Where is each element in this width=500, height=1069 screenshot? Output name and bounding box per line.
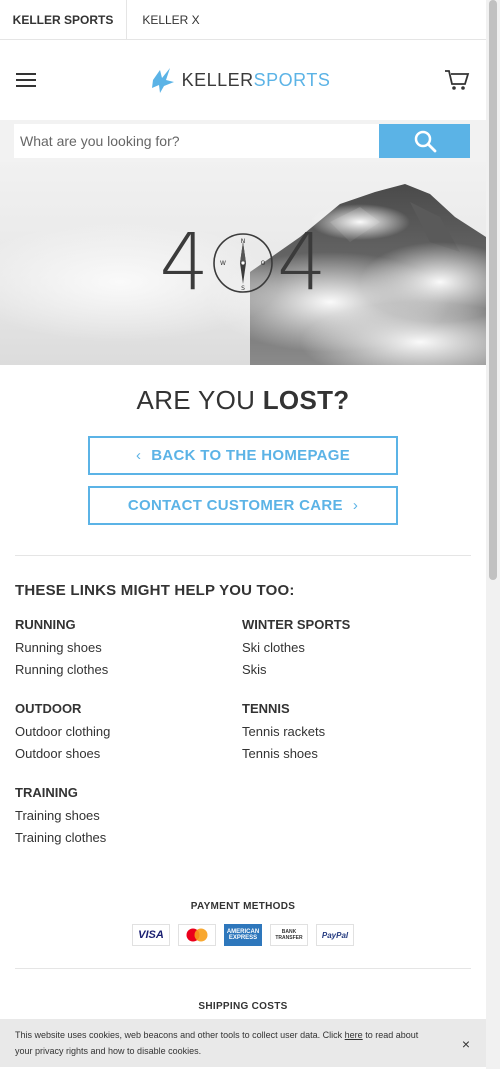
link-category: WINTER SPORTS (242, 617, 351, 632)
hare-logo-icon (151, 68, 174, 93)
link-group-outdoor: OUTDOOR Outdoor clothing Outdoor shoes (15, 701, 242, 765)
link-outdoor-clothing[interactable]: Outdoor clothing (15, 721, 242, 743)
hero-404: 4 N S W O 4 (0, 162, 486, 365)
paypal-icon: PayPal (316, 924, 354, 946)
chevron-right-icon: › (352, 497, 359, 514)
scrollbar[interactable] (486, 0, 500, 1069)
link-group-tennis: TENNIS Tennis rackets Tennis shoes (242, 701, 469, 765)
link-tennis-rackets[interactable]: Tennis rackets (242, 721, 469, 743)
lost-heading: ARE YOU LOST? (0, 385, 486, 416)
compass-label-o: O (261, 260, 266, 267)
link-training-clothes[interactable]: Training clothes (15, 827, 242, 849)
compass-label-w: W (220, 260, 226, 267)
divider (15, 555, 471, 556)
error-digit-left: 4 (159, 218, 209, 308)
cookie-here-link[interactable]: here (345, 1030, 363, 1040)
link-group-training: TRAINING Training shoes Training clothes (15, 785, 242, 849)
link-tennis-shoes[interactable]: Tennis shoes (242, 743, 469, 765)
link-group-running: RUNNING Running shoes Running clothes (15, 617, 242, 681)
cookie-text-before: This website uses cookies, web beacons a… (15, 1030, 345, 1040)
link-category: OUTDOOR (15, 701, 82, 716)
link-outdoor-shoes[interactable]: Outdoor shoes (15, 743, 242, 765)
logo-text-sports: SPORTS (253, 69, 331, 90)
tab-keller-x[interactable]: KELLER X (127, 0, 215, 39)
link-group-winter-sports: WINTER SPORTS Ski clothes Skis (242, 617, 469, 681)
cookie-banner: This website uses cookies, web beacons a… (0, 1019, 486, 1067)
contact-customer-care-button[interactable]: CONTACT CUSTOMER CARE › (88, 486, 398, 525)
logo-text-keller: KELLER (181, 69, 254, 90)
shopping-cart-icon[interactable] (444, 68, 470, 92)
compass-label-s: S (241, 285, 245, 292)
link-skis[interactable]: Skis (242, 659, 469, 681)
top-tabs: KELLER SPORTS KELLER X (0, 0, 486, 40)
lost-heading-bold: LOST? (262, 385, 350, 415)
payment-methods-row: VISA AMERICAN EXPRESS BANK TRANSFER PayPal (0, 924, 486, 946)
hamburger-menu-icon[interactable] (16, 73, 36, 87)
links-grid: RUNNING Running shoes Running clothes WI… (15, 617, 471, 849)
page: KELLER SPORTS KELLER X KELLERSPORTS What… (0, 0, 486, 1012)
contact-customer-care-label: CONTACT CUSTOMER CARE (127, 497, 343, 514)
search-input[interactable] (14, 124, 379, 158)
back-to-homepage-label: BACK TO THE HOMEPAGE (151, 447, 351, 464)
scrollbar-thumb[interactable] (489, 0, 497, 580)
amex-label-2: EXPRESS (228, 935, 258, 941)
link-category: TENNIS (242, 701, 290, 716)
tab-keller-sports[interactable]: KELLER SPORTS (0, 0, 127, 39)
links-title: THESE LINKS MIGHT HELP YOU TOO: (15, 582, 295, 599)
error-code-404: 4 N S W O 4 (0, 224, 486, 302)
visa-icon: VISA (132, 924, 170, 946)
compass-label-n: N (241, 238, 246, 245)
logo-text: KELLERSPORTS (182, 70, 331, 91)
bank-transfer-icon: BANK TRANSFER (270, 924, 308, 946)
chevron-left-icon: ‹ (135, 447, 142, 464)
search-button[interactable] (379, 124, 470, 158)
payment-methods-title: PAYMENT METHODS (190, 901, 296, 912)
link-training-shoes[interactable]: Training shoes (15, 805, 242, 827)
header: KELLERSPORTS (0, 40, 486, 120)
cookie-text: This website uses cookies, web beacons a… (15, 1027, 425, 1059)
shipping-costs-title: SHIPPING COSTS (198, 1001, 288, 1012)
american-express-icon: AMERICAN EXPRESS (224, 924, 262, 946)
link-category: RUNNING (15, 617, 76, 632)
search-icon (414, 130, 436, 153)
logo[interactable]: KELLERSPORTS (150, 66, 331, 94)
error-digit-right: 4 (277, 218, 327, 308)
link-category: TRAINING (15, 785, 78, 800)
link-running-shoes[interactable]: Running shoes (15, 637, 242, 659)
lost-heading-light: ARE YOU (136, 385, 263, 415)
divider (15, 968, 471, 969)
search-bar (0, 120, 486, 162)
link-ski-clothes[interactable]: Ski clothes (242, 637, 469, 659)
compass-icon: N S W O (213, 233, 273, 293)
back-to-homepage-button[interactable]: ‹ BACK TO THE HOMEPAGE (88, 436, 398, 475)
bank-label-2: TRANSFER (275, 935, 303, 941)
mastercard-icon (178, 924, 216, 946)
link-running-clothes[interactable]: Running clothes (15, 659, 242, 681)
close-icon[interactable]: × (462, 1036, 470, 1052)
